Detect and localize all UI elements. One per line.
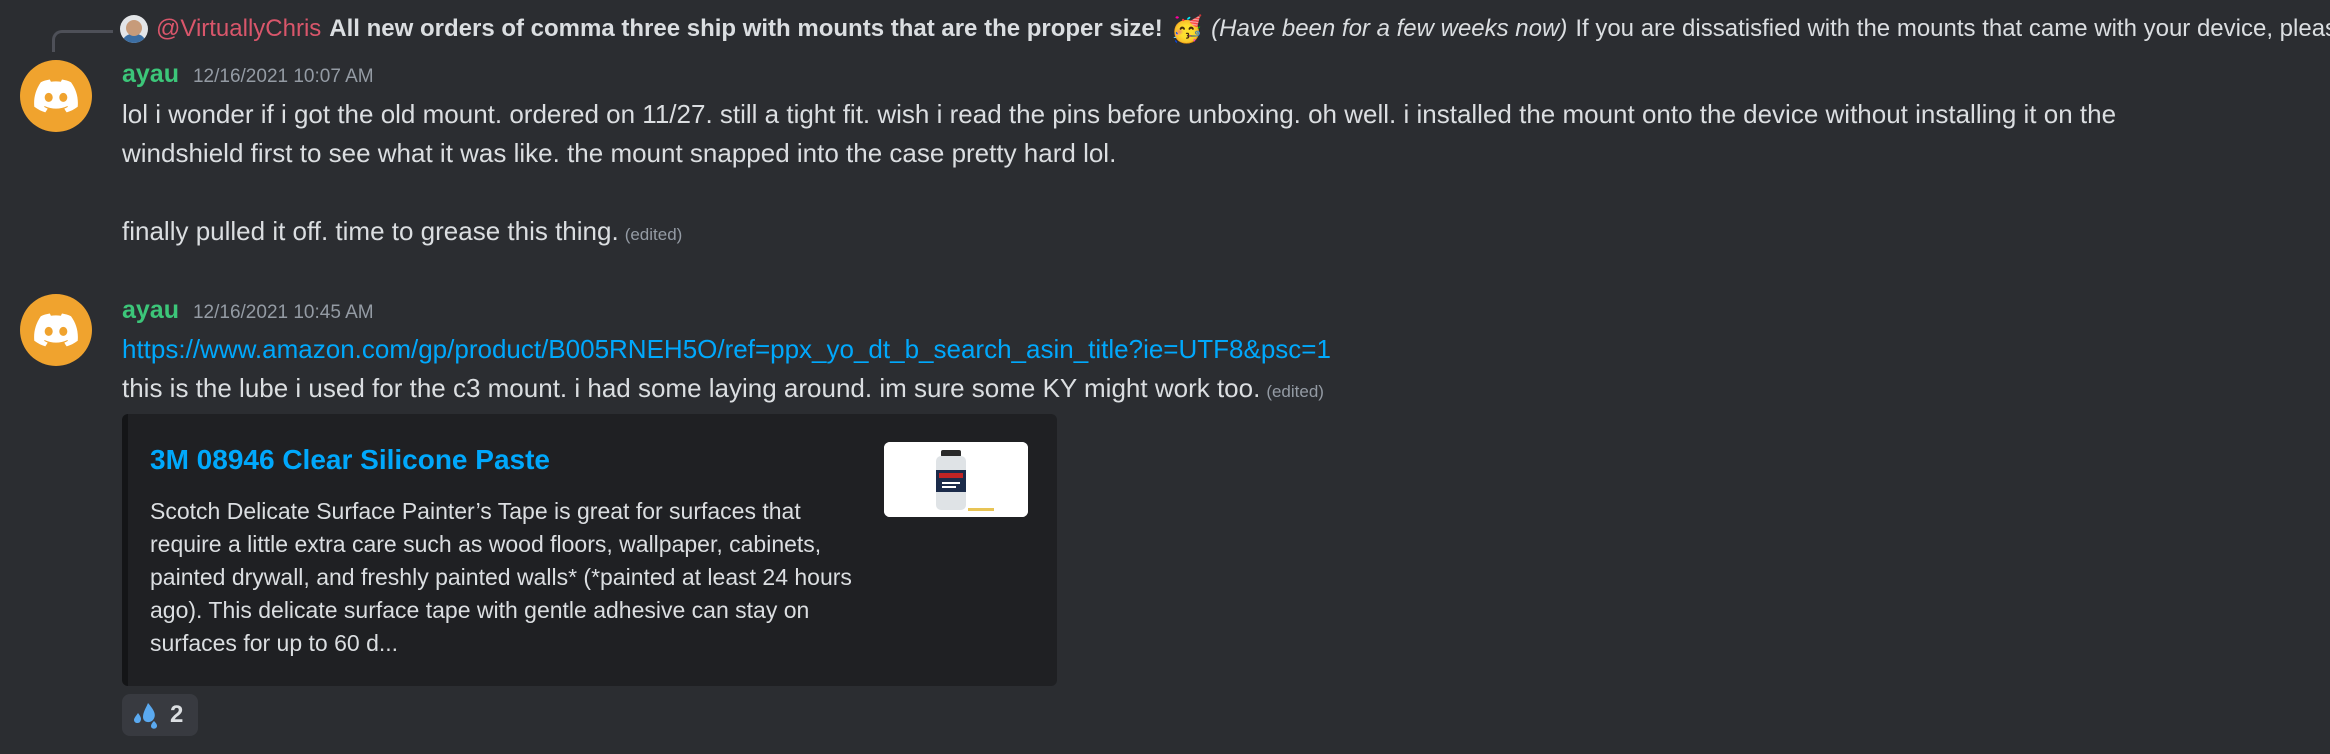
link-embed: 3M 08946 Clear Silicone Paste Scotch Del… — [122, 414, 1057, 686]
reply-bold-text: All new orders of comma three ship with … — [329, 15, 1163, 42]
avatar[interactable] — [20, 294, 92, 366]
username[interactable]: ayau — [122, 60, 179, 89]
product-bottle-image — [884, 442, 1028, 517]
timestamp[interactable]: 12/16/2021 10:45 AM — [193, 302, 374, 324]
edited-tag: (edited) — [1266, 382, 1324, 401]
message-line: finally pulled it off. time to grease th… — [122, 216, 619, 246]
chat-root: @VirtuallyChris All new orders of comma … — [0, 0, 2330, 754]
discord-logo-icon — [34, 313, 78, 347]
reply-content[interactable]: @VirtuallyChris All new orders of comma … — [120, 14, 2330, 44]
reaction-sweat-drops[interactable]: 2 — [122, 694, 198, 736]
message-line: lol i wonder if i got the old mount. ord… — [122, 99, 2117, 129]
embed-description: Scotch Delicate Surface Painter’s Tape i… — [150, 498, 852, 656]
reply-spine — [52, 30, 113, 52]
edited-tag: (edited) — [624, 225, 683, 244]
message-link-line: https://www.amazon.com/gp/product/B005RN… — [122, 330, 2322, 369]
message-text: lol i wonder if i got the old mount. ord… — [122, 95, 2322, 254]
message-line: windshield first to see what it was like… — [122, 138, 1117, 168]
message-header: ayau 12/16/2021 10:07 AM — [122, 60, 374, 89]
reply-preview[interactable]: @VirtuallyChris All new orders of comma … — [52, 8, 2330, 52]
message-text: https://www.amazon.com/gp/product/B005RN… — [122, 330, 2322, 411]
reply-rest-text: If you are dissatisfied with the mounts … — [1575, 15, 2330, 42]
embed-title[interactable]: 3M 08946 Clear Silicone Paste — [150, 444, 550, 476]
reply-italic-text: (Have been for a few weeks now) — [1211, 15, 1568, 42]
embed-thumbnail[interactable] — [884, 442, 1028, 517]
username[interactable]: ayau — [122, 296, 179, 325]
message-line-edited: this is the lube i used for the c3 mount… — [122, 369, 2322, 411]
party-face-emoji-icon: 🥳 — [1170, 14, 1204, 44]
message-header: ayau 12/16/2021 10:45 AM — [122, 296, 374, 325]
message-line: this is the lube i used for the c3 mount… — [122, 373, 1261, 403]
reaction-count: 2 — [170, 701, 184, 728]
discord-logo-icon — [34, 79, 78, 113]
reply-author[interactable]: @VirtuallyChris — [156, 14, 321, 44]
message-line-edited: finally pulled it off. time to grease th… — [122, 212, 2322, 254]
timestamp[interactable]: 12/16/2021 10:07 AM — [193, 66, 374, 88]
sweat-drops-icon — [134, 703, 158, 729]
amazon-link[interactable]: https://www.amazon.com/gp/product/B005RN… — [122, 334, 1331, 364]
reply-avatar-face — [126, 20, 142, 36]
reply-avatar[interactable] — [120, 15, 148, 43]
avatar[interactable] — [20, 60, 92, 132]
